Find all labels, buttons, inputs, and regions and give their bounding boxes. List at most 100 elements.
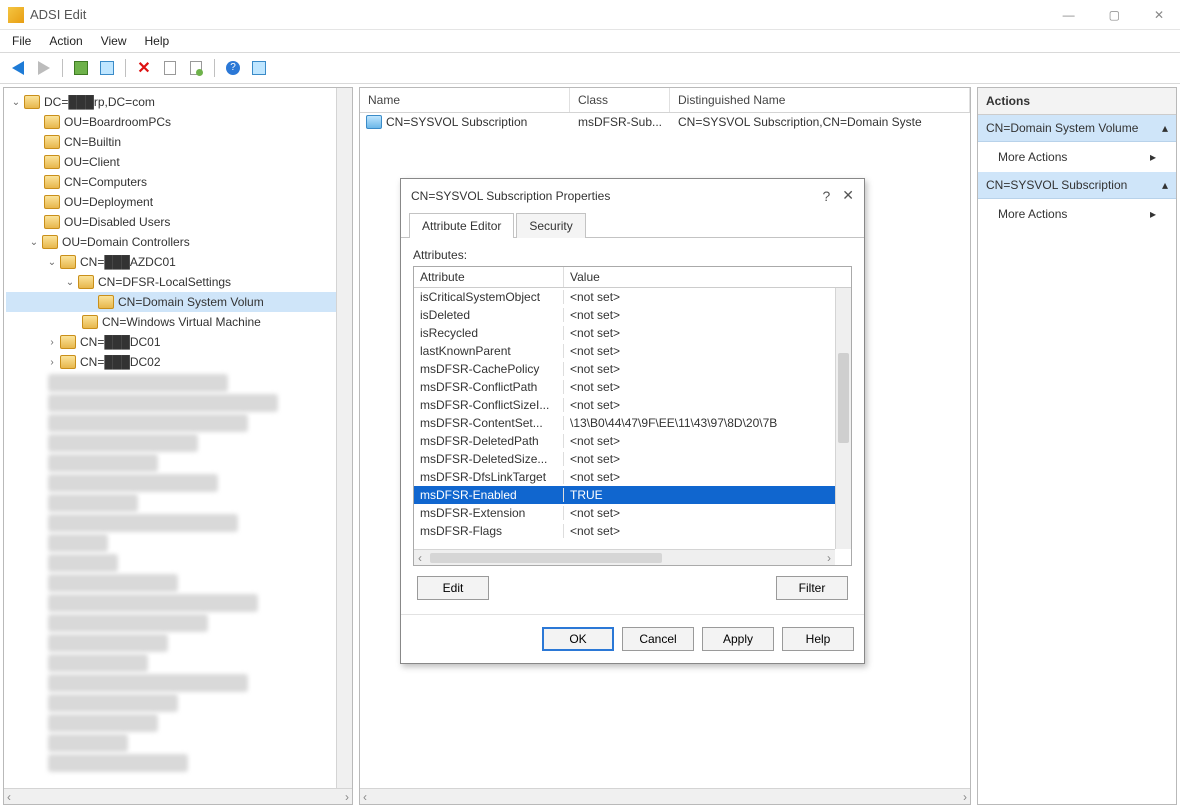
tree-node-domain-controllers[interactable]: ⌄ OU=Domain Controllers <box>6 232 350 252</box>
attribute-row[interactable]: msDFSR-Flags<not set> <box>414 522 851 540</box>
menu-action[interactable]: Action <box>49 34 82 48</box>
tree-label: CN=███DC01 <box>80 335 161 349</box>
delete-button[interactable]: ✕ <box>134 58 154 78</box>
tree-node-selected[interactable]: CN=Domain System Volum <box>6 292 350 312</box>
dialog-help-button[interactable]: Help <box>782 627 854 651</box>
maximize-button[interactable]: ▢ <box>1101 4 1128 26</box>
attribute-row[interactable]: msDFSR-Extension<not set> <box>414 504 851 522</box>
tree-scrollbar-horizontal[interactable]: ‹› <box>4 788 352 804</box>
back-button[interactable] <box>8 58 28 78</box>
attributes-scrollbar-horizontal[interactable]: ‹› <box>414 549 835 565</box>
menu-file[interactable]: File <box>12 34 31 48</box>
chevron-down-icon[interactable]: ⌄ <box>10 97 22 108</box>
attr-value: TRUE <box>564 488 851 502</box>
new-button[interactable] <box>186 58 206 78</box>
attribute-row[interactable]: msDFSR-ConflictSizeI...<not set> <box>414 396 851 414</box>
forward-button[interactable] <box>34 58 54 78</box>
chevron-right-icon: ▸ <box>1150 207 1156 221</box>
actions-group-label: CN=SYSVOL Subscription <box>986 178 1127 192</box>
chevron-down-icon[interactable]: ⌄ <box>46 257 58 268</box>
folder-icon <box>44 155 60 169</box>
properties-dialog: CN=SYSVOL Subscription Properties ? ✕ At… <box>400 178 865 664</box>
tree-node[interactable]: CN=Windows Virtual Machine <box>6 312 350 332</box>
attribute-row[interactable]: msDFSR-DfsLinkTarget<not set> <box>414 468 851 486</box>
actions-item-more[interactable]: More Actions ▸ <box>978 142 1176 172</box>
attr-name: msDFSR-DfsLinkTarget <box>414 470 564 484</box>
tree-node-root[interactable]: ⌄ DC=███rp,DC=com <box>6 92 350 112</box>
attr-value: <not set> <box>564 452 851 466</box>
folder-icon <box>42 235 58 249</box>
actions-item-more[interactable]: More Actions ▸ <box>978 199 1176 229</box>
properties-button[interactable] <box>160 58 180 78</box>
tree-node-dfsr[interactable]: ⌄ CN=DFSR-LocalSettings <box>6 272 350 292</box>
tree-node[interactable]: › CN=███DC01 <box>6 332 350 352</box>
column-dn[interactable]: Distinguished Name <box>670 88 970 112</box>
up-button[interactable] <box>71 58 91 78</box>
attr-column-value[interactable]: Value <box>564 267 851 287</box>
edit-button[interactable]: Edit <box>417 576 489 600</box>
attribute-row[interactable]: msDFSR-DeletedSize...<not set> <box>414 450 851 468</box>
chevron-right-icon[interactable]: › <box>46 357 58 368</box>
dialog-help-button[interactable]: ? <box>822 188 830 204</box>
tree-node[interactable]: OU=Client <box>6 152 350 172</box>
menu-help[interactable]: Help <box>145 34 170 48</box>
tree-node[interactable]: OU=Disabled Users <box>6 212 350 232</box>
close-button[interactable]: ✕ <box>1146 4 1172 26</box>
attr-name: msDFSR-Flags <box>414 524 564 538</box>
attribute-row[interactable]: isRecycled<not set> <box>414 324 851 342</box>
dialog-tabs: Attribute Editor Security <box>401 212 864 238</box>
help-button[interactable]: ? <box>223 58 243 78</box>
dialog-close-button[interactable]: ✕ <box>842 187 854 204</box>
attribute-row[interactable]: msDFSR-ContentSet...\13\B0\44\47\9F\EE\1… <box>414 414 851 432</box>
attribute-row[interactable]: msDFSR-ConflictPath<not set> <box>414 378 851 396</box>
attribute-row[interactable]: msDFSR-EnabledTRUE <box>414 486 851 504</box>
attr-value: <not set> <box>564 506 851 520</box>
list-scrollbar-horizontal[interactable]: ‹› <box>360 788 970 804</box>
list-cell-name: CN=SYSVOL Subscription <box>386 115 527 129</box>
tree-label: CN=███DC02 <box>80 355 161 369</box>
attributes-grid[interactable]: Attribute Value isCriticalSystemObject<n… <box>413 266 852 566</box>
tree[interactable]: ⌄ DC=███rp,DC=com OU=BoardroomPCs CN=Bui… <box>4 88 352 804</box>
tree-node[interactable]: OU=Deployment <box>6 192 350 212</box>
container-button[interactable] <box>249 58 269 78</box>
tree-node[interactable]: › CN=███DC02 <box>6 352 350 372</box>
tree-label: DC=███rp,DC=com <box>44 95 155 109</box>
tree-label: CN=DFSR-LocalSettings <box>98 275 231 289</box>
list-row[interactable]: CN=SYSVOL Subscription msDFSR-Sub... CN=… <box>360 113 970 131</box>
attribute-row[interactable]: msDFSR-DeletedPath<not set> <box>414 432 851 450</box>
attr-value: <not set> <box>564 470 851 484</box>
ok-button[interactable]: OK <box>542 627 614 651</box>
attr-value: <not set> <box>564 344 851 358</box>
tree-node[interactable]: CN=Builtin <box>6 132 350 152</box>
actions-group-header[interactable]: CN=SYSVOL Subscription ▴ <box>978 172 1176 199</box>
attribute-row[interactable]: lastKnownParent<not set> <box>414 342 851 360</box>
show-hide-button[interactable] <box>97 58 117 78</box>
tree-node[interactable]: CN=Computers <box>6 172 350 192</box>
column-name[interactable]: Name <box>360 88 570 112</box>
actions-group-label: CN=Domain System Volume <box>986 121 1138 135</box>
tree-node-host[interactable]: ⌄ CN=███AZDC01 <box>6 252 350 272</box>
attribute-row[interactable]: msDFSR-CachePolicy<not set> <box>414 360 851 378</box>
collapse-icon: ▴ <box>1162 121 1168 135</box>
column-class[interactable]: Class <box>570 88 670 112</box>
attributes-scrollbar-vertical[interactable] <box>835 288 851 549</box>
attr-value: <not set> <box>564 362 851 376</box>
tab-attribute-editor[interactable]: Attribute Editor <box>409 213 514 238</box>
tree-node[interactable]: OU=BoardroomPCs <box>6 112 350 132</box>
attribute-row[interactable]: isDeleted<not set> <box>414 306 851 324</box>
filter-button[interactable]: Filter <box>776 576 848 600</box>
cancel-button[interactable]: Cancel <box>622 627 694 651</box>
apply-button[interactable]: Apply <box>702 627 774 651</box>
chevron-right-icon[interactable]: › <box>46 337 58 348</box>
chevron-down-icon[interactable]: ⌄ <box>64 277 76 288</box>
tree-pane: ⌄ DC=███rp,DC=com OU=BoardroomPCs CN=Bui… <box>3 87 353 805</box>
tab-security[interactable]: Security <box>516 213 585 238</box>
menu-view[interactable]: View <box>101 34 127 48</box>
attribute-row[interactable]: isCriticalSystemObject<not set> <box>414 288 851 306</box>
tree-scrollbar-vertical[interactable] <box>336 88 352 788</box>
actions-group-header[interactable]: CN=Domain System Volume ▴ <box>978 115 1176 142</box>
attr-column-attribute[interactable]: Attribute <box>414 267 564 287</box>
minimize-button[interactable]: — <box>1055 4 1083 26</box>
chevron-down-icon[interactable]: ⌄ <box>28 237 40 248</box>
tree-label: OU=Domain Controllers <box>62 235 190 249</box>
